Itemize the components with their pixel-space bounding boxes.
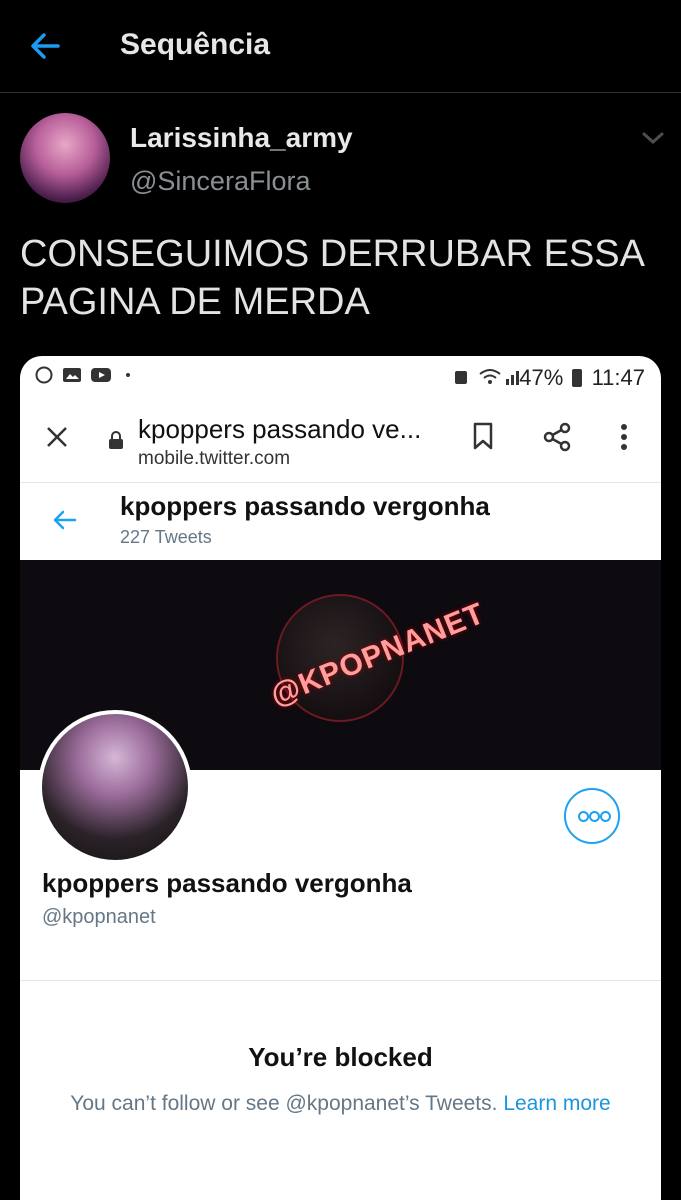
profile-header-name: kpoppers passando vergonha xyxy=(120,491,490,521)
learn-more-link[interactable]: Learn more xyxy=(503,1092,610,1115)
dot-icon xyxy=(589,811,600,822)
bookmark-icon[interactable] xyxy=(472,422,494,450)
blocked-message-row: You can’t follow or see @kpopnanet’s Twe… xyxy=(20,1092,661,1116)
profile-handle: @kpopnanet xyxy=(42,906,156,928)
author-handle: @SinceraFlora xyxy=(130,166,311,196)
alarm-icon xyxy=(452,366,472,384)
status-right: 47% 11:47 xyxy=(519,365,645,391)
tweet-count: 227 Tweets xyxy=(120,527,212,547)
author-avatar[interactable] xyxy=(20,113,110,203)
divider xyxy=(20,980,661,981)
back-arrow-icon[interactable] xyxy=(52,509,78,531)
status-bar: 47% 11:47 xyxy=(20,356,661,396)
more-vertical-icon[interactable] xyxy=(618,422,630,452)
page-title: Sequência xyxy=(120,28,271,61)
gallery-icon xyxy=(62,366,82,384)
back-arrow-icon[interactable] xyxy=(28,30,64,62)
clock: 11:47 xyxy=(591,365,645,390)
top-bar: Sequência xyxy=(0,0,681,93)
whatsapp-icon xyxy=(34,366,54,384)
dot-icon xyxy=(578,811,589,822)
share-icon[interactable] xyxy=(542,422,572,452)
tweet-media-image[interactable]: 47% 11:47 kpoppers passando ve... mobile… xyxy=(20,356,661,1200)
profile-header-bar: kpoppers passando vergonha 227 Tweets xyxy=(20,482,661,562)
more-options-button[interactable] xyxy=(564,788,620,844)
blocked-message: You can’t follow or see @kpopnanet’s Twe… xyxy=(70,1092,498,1115)
blocked-title: You’re blocked xyxy=(248,1042,433,1072)
profile-avatar[interactable] xyxy=(38,710,192,864)
close-icon[interactable] xyxy=(44,424,70,450)
browser-url[interactable]: mobile.twitter.com xyxy=(138,448,290,470)
chevron-down-icon[interactable] xyxy=(640,128,666,148)
notification-dot-icon xyxy=(124,366,144,384)
lock-icon xyxy=(108,430,124,450)
tweet-text: CONSEGUIMOS DERRUBAR ESSA PAGINA DE MERD… xyxy=(20,233,643,323)
battery-icon xyxy=(572,369,583,387)
browser-page-title: kpoppers passando ve... xyxy=(138,414,422,444)
author-name[interactable]: Larissinha_army xyxy=(130,122,353,154)
battery-percent: 47% xyxy=(519,365,564,390)
wifi-signal-icon xyxy=(478,366,519,385)
browser-toolbar: kpoppers passando ve... mobile.twitter.c… xyxy=(20,396,661,482)
profile-name: kpoppers passando vergonha xyxy=(42,868,412,898)
youtube-icon xyxy=(90,366,111,384)
dot-icon xyxy=(600,811,611,822)
